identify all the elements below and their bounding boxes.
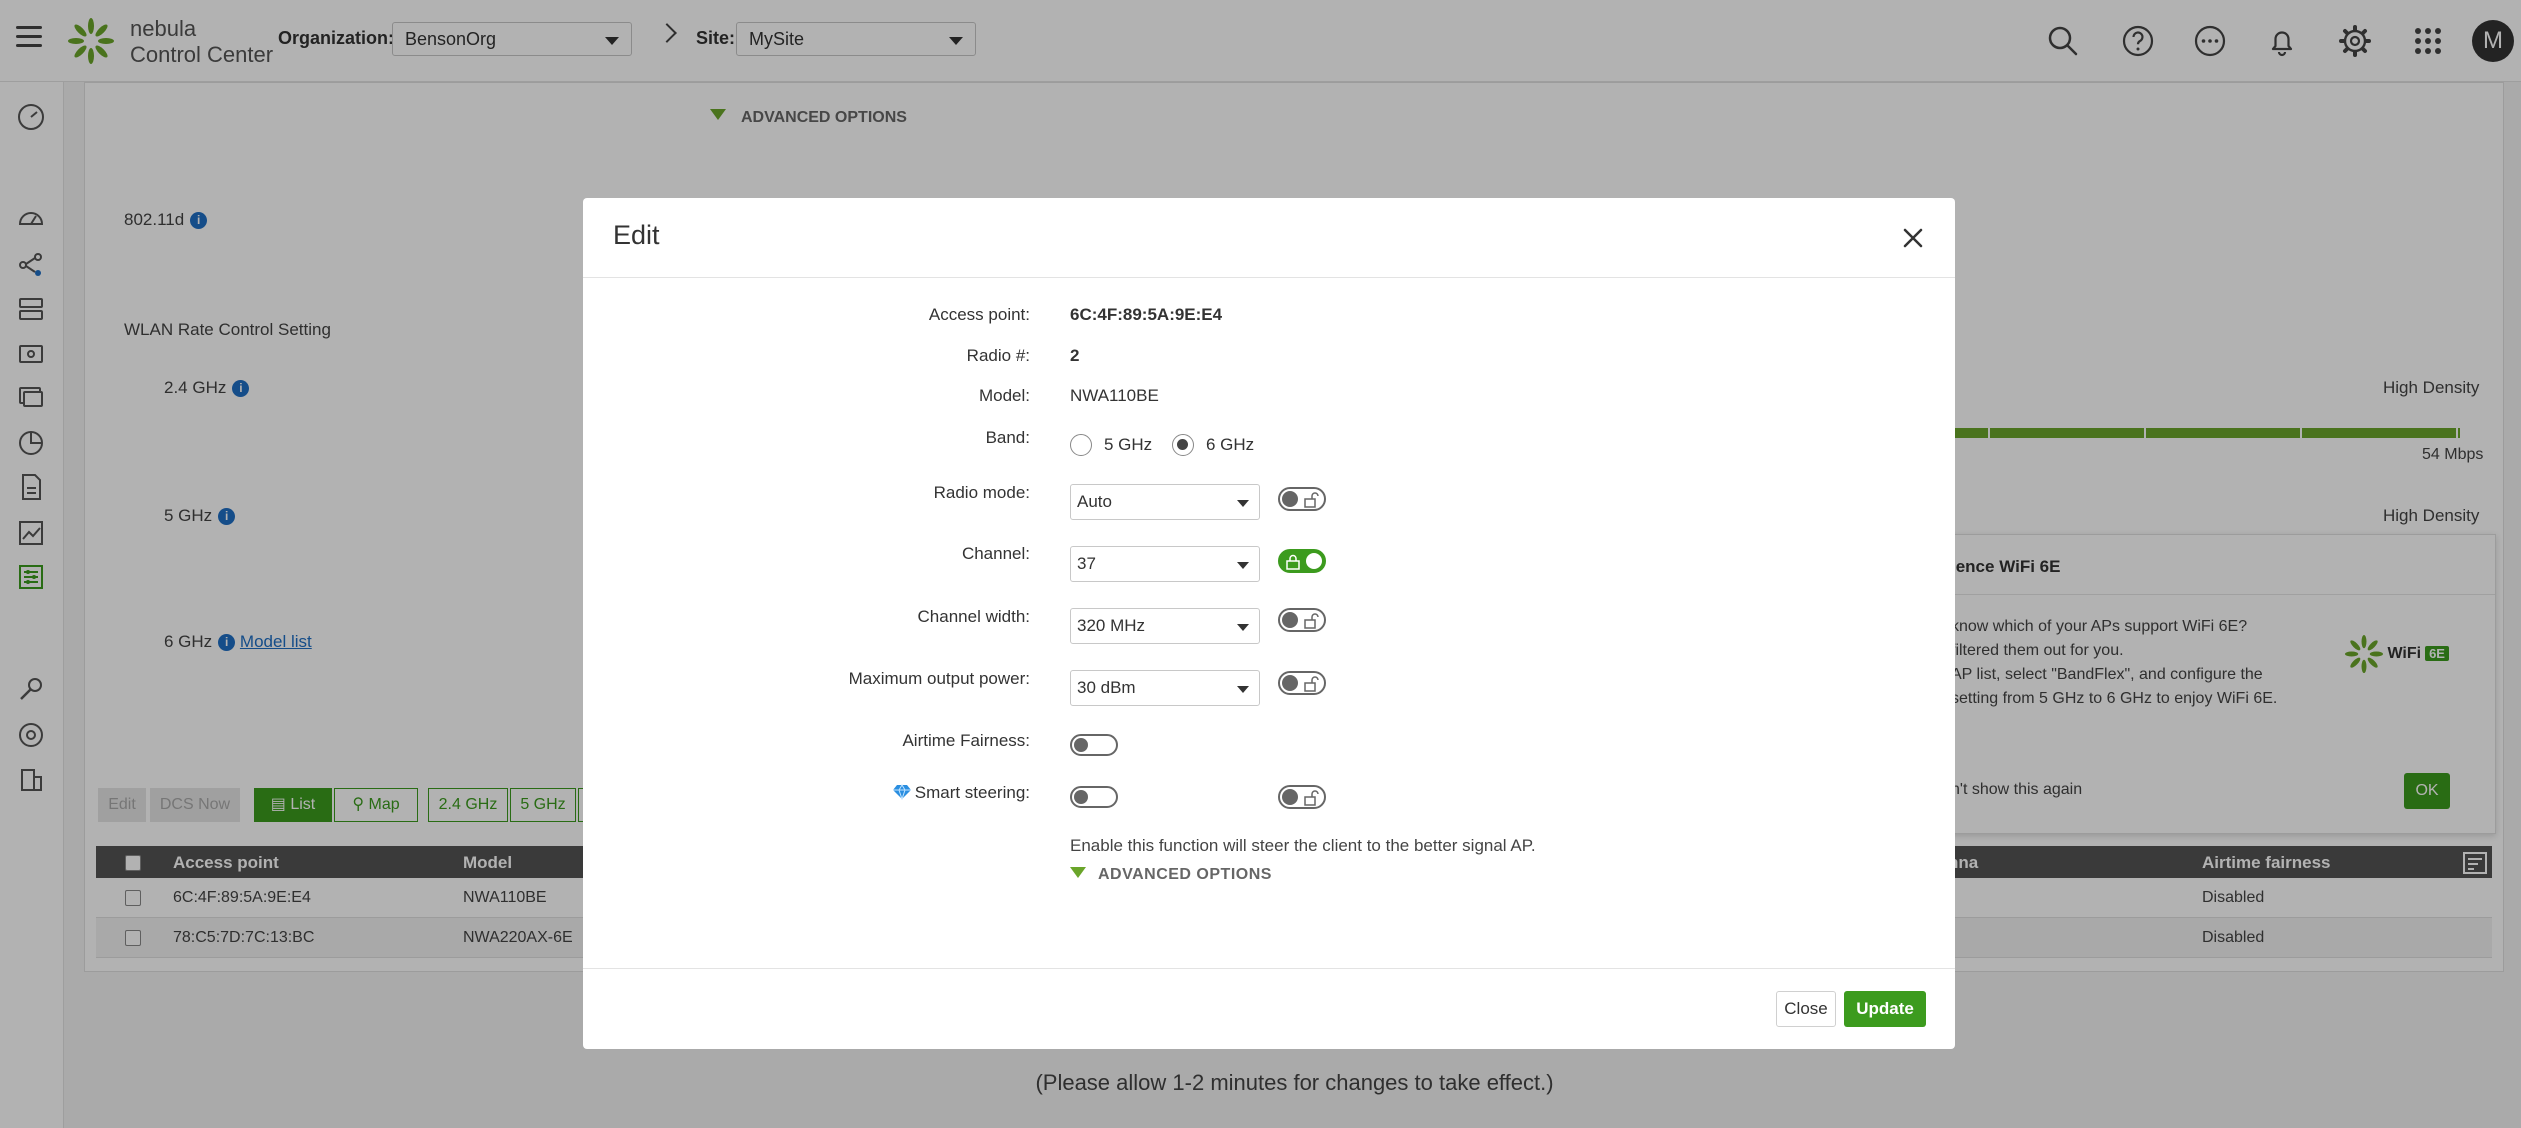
- max-power-select[interactable]: 30 dBm: [1070, 670, 1260, 706]
- radio-number-value: 2: [1070, 346, 1080, 365]
- advanced-options-label: ADVANCED OPTIONS: [1098, 866, 1272, 883]
- channel-width-lock-toggle[interactable]: [1278, 608, 1326, 632]
- model-label: Model:: [978, 386, 1030, 405]
- channel-lock-toggle[interactable]: [1278, 549, 1326, 573]
- channel-value: 37: [1077, 554, 1096, 573]
- smart-steering-label-text: Smart steering:: [914, 783, 1030, 802]
- smart-steering-label: Smart steering:: [530, 783, 1030, 803]
- band-label: Band:: [985, 428, 1030, 447]
- radio-mode-value: Auto: [1077, 492, 1112, 511]
- smart-steering-hint: Enable this function will steer the clie…: [1070, 836, 1536, 855]
- channel-width-label: Channel width:: [917, 607, 1030, 626]
- close-button[interactable]: Close: [1776, 991, 1836, 1027]
- airtime-fairness-label: Airtime Fairness:: [902, 731, 1030, 750]
- band-5-radio[interactable]: [1070, 434, 1092, 456]
- field-labels: Access point: Radio #: Model: Band: Radi…: [583, 198, 1030, 1049]
- band-5-option-label[interactable]: 5 GHz: [1104, 435, 1152, 455]
- unlock-icon: [1304, 676, 1319, 692]
- radio-number-label: Radio #:: [966, 346, 1030, 365]
- channel-width-select[interactable]: 320 MHz: [1070, 608, 1260, 644]
- max-power-value: 30 dBm: [1077, 678, 1136, 697]
- unlock-icon: [1304, 613, 1319, 629]
- chevron-down-icon: [1237, 686, 1249, 693]
- lock-icon: [1286, 554, 1300, 570]
- radio-mode-lock-toggle[interactable]: [1278, 487, 1326, 511]
- channel-width-value: 320 MHz: [1077, 616, 1146, 635]
- max-power-label: Maximum output power:: [848, 669, 1030, 688]
- unlock-icon: [1304, 790, 1319, 806]
- channel-label: Channel:: [961, 544, 1030, 563]
- chevron-down-icon: [1237, 562, 1249, 569]
- edit-dialog: Edit Access point: Radio #: Model: Band:…: [583, 198, 1955, 1049]
- smart-steering-toggle[interactable]: [1070, 786, 1118, 808]
- close-icon[interactable]: [1901, 226, 1925, 250]
- dialog-footer: [583, 968, 1955, 1049]
- advanced-options-toggle[interactable]: ADVANCED OPTIONS: [1070, 866, 1272, 884]
- airtime-fairness-toggle[interactable]: [1070, 734, 1118, 756]
- access-point-value: 6C:4F:89:5A:9E:E4: [1070, 305, 1223, 324]
- unlock-icon: [1304, 492, 1319, 508]
- radio-mode-select[interactable]: Auto: [1070, 484, 1260, 520]
- chevron-down-icon: [1237, 500, 1249, 507]
- access-point-label: Access point:: [928, 305, 1030, 324]
- model-value: NWA110BE: [1070, 386, 1159, 405]
- max-power-lock-toggle[interactable]: [1278, 671, 1326, 695]
- channel-select[interactable]: 37: [1070, 546, 1260, 582]
- expand-triangle-icon: [1070, 867, 1086, 878]
- band-6-radio[interactable]: [1172, 434, 1194, 456]
- smart-steering-lock-toggle[interactable]: [1278, 785, 1326, 809]
- band-6-option-label[interactable]: 6 GHz: [1206, 435, 1254, 455]
- radio-mode-label: Radio mode:: [933, 483, 1030, 502]
- update-button[interactable]: Update: [1844, 991, 1926, 1027]
- chevron-down-icon: [1237, 624, 1249, 631]
- diamond-icon: [892, 784, 911, 801]
